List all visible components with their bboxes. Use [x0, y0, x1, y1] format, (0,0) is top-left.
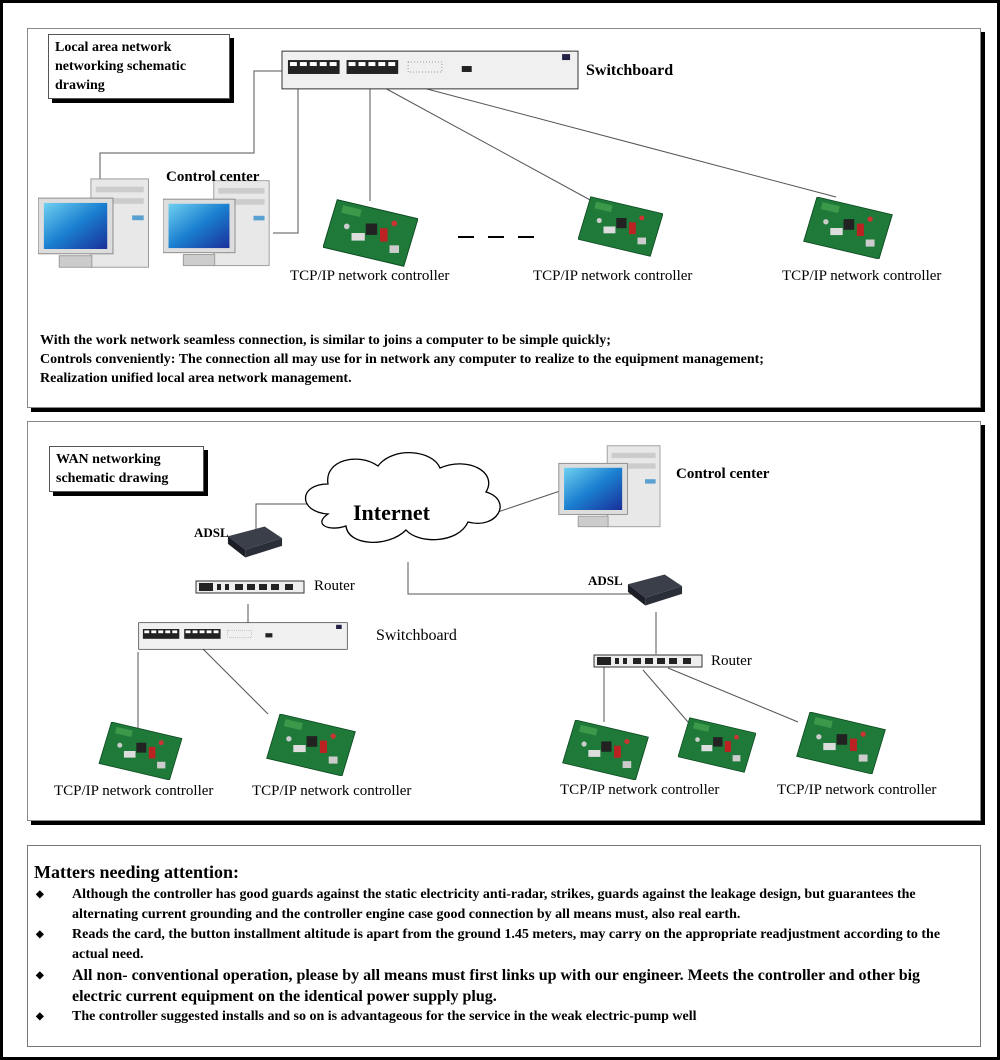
- notes-title: Matters needing attention:: [34, 862, 239, 882]
- notes-list: ◆ Although the controller has good guards…: [34, 885, 964, 1027]
- control-center-label: Control center: [166, 169, 260, 185]
- controller-board-icon: [796, 712, 886, 774]
- note-item: ◆ All non- conventional operation, please…: [34, 965, 964, 1007]
- controller-board-icon: [678, 717, 756, 773]
- lan-line-ctrl3: [407, 83, 837, 198]
- description-line: Controls conveniently: The connection al…: [40, 352, 764, 367]
- router-label: Router: [314, 578, 355, 594]
- controller-label: TCP/IP network controller: [290, 268, 450, 284]
- note-text: Reads the card, the button installment a…: [72, 927, 941, 962]
- note-item: ◆ Although the controller has good guards…: [34, 885, 964, 925]
- lan-switch-icon: [281, 50, 579, 90]
- adsl-modem-icon: [627, 574, 683, 606]
- note-text: All non- conventional operation, please …: [72, 967, 921, 1005]
- computer-icon: [38, 178, 149, 268]
- controller-board-icon: [98, 722, 183, 780]
- wan-switch-icon: [138, 622, 348, 650]
- computer-icon: [558, 445, 661, 528]
- switch-label: Switchboard: [586, 62, 674, 79]
- notes-panel: Matters needing attention: ◆ Although the…: [27, 845, 981, 1047]
- diamond-bullet-icon: ◆: [36, 929, 44, 940]
- controller-label: TCP/IP network controller: [782, 268, 942, 284]
- lan-line-pc2: [273, 87, 299, 234]
- switch-label: Switchboard: [376, 627, 457, 644]
- controller-label: TCP/IP network controller: [533, 268, 693, 284]
- controller-board-icon: [562, 720, 649, 780]
- diamond-bullet-icon: ◆: [36, 1011, 44, 1022]
- controller-board-icon: [803, 197, 893, 259]
- network-schematic-page: Local area network networking schematic …: [0, 0, 1000, 1060]
- description-line: With the work network seamless connectio…: [40, 333, 611, 348]
- wan-title: WAN networking schematic drawing: [49, 446, 204, 492]
- adsl-label: ADSL: [194, 525, 229, 540]
- lan-line-ctrl2: [382, 86, 604, 208]
- diamond-bullet-icon: ◆: [36, 970, 44, 981]
- internet-label: Internet: [353, 500, 430, 525]
- router-icon: [195, 580, 305, 594]
- adsl-modem-icon: [227, 526, 283, 558]
- computer-icon: [163, 180, 270, 267]
- controller-label: TCP/IP network controller: [777, 782, 937, 798]
- notes-section: Matters needing attention: ◆ Although the…: [34, 862, 964, 1027]
- lan-description: With the work network seamless connectio…: [40, 331, 764, 388]
- controller-label: TCP/IP network controller: [560, 782, 720, 798]
- control-center-label: Control center: [676, 466, 770, 482]
- note-item: ◆ The controller suggested installs and s…: [34, 1007, 964, 1027]
- wan-panel: WAN networking schematic drawing Interne…: [27, 421, 981, 821]
- controller-board-icon: [266, 714, 356, 776]
- adsl-label: ADSL: [588, 573, 623, 588]
- router-label: Router: [711, 653, 752, 669]
- note-text: Although the controller has good guards …: [72, 887, 916, 922]
- router-icon: [593, 654, 703, 668]
- controller-board-icon: [323, 199, 418, 267]
- controller-label: TCP/IP network controller: [54, 783, 214, 799]
- note-item: ◆ Reads the card, the button installment …: [34, 925, 964, 965]
- note-text: The controller suggested installs and so…: [72, 1009, 697, 1024]
- internet-cloud-icon: [304, 452, 501, 543]
- controller-label: TCP/IP network controller: [252, 783, 412, 799]
- lan-title: Local area network networking schematic …: [48, 34, 230, 99]
- controller-board-icon: [578, 196, 663, 257]
- diamond-bullet-icon: ◆: [36, 889, 44, 900]
- description-line: Realization unified local area network m…: [40, 371, 352, 386]
- lan-panel: Local area network networking schematic …: [27, 28, 981, 408]
